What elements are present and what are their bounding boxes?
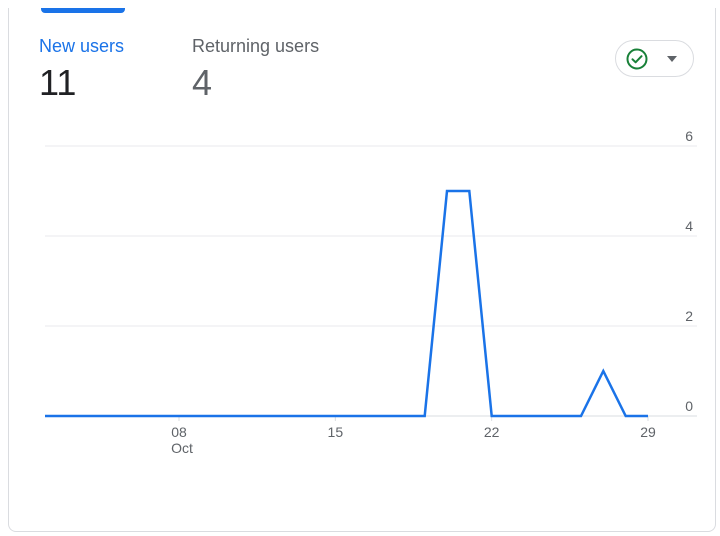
y-tick-label: 2 — [685, 308, 693, 324]
y-tick-label: 4 — [685, 218, 693, 234]
x-tick-label: 29 — [640, 424, 656, 440]
x-tick-label: 15 — [328, 424, 344, 440]
y-tick-label: 0 — [685, 398, 693, 414]
x-tick-label: 08 — [171, 424, 187, 440]
y-tick-label: 6 — [685, 128, 693, 144]
x-tick-label: 22 — [484, 424, 500, 440]
line-chart: 0 2 4 6 08Oct 15 22 29 — [45, 128, 697, 456]
series-line-0 — [45, 189, 648, 418]
x-tick-sublabel: Oct — [171, 440, 193, 456]
